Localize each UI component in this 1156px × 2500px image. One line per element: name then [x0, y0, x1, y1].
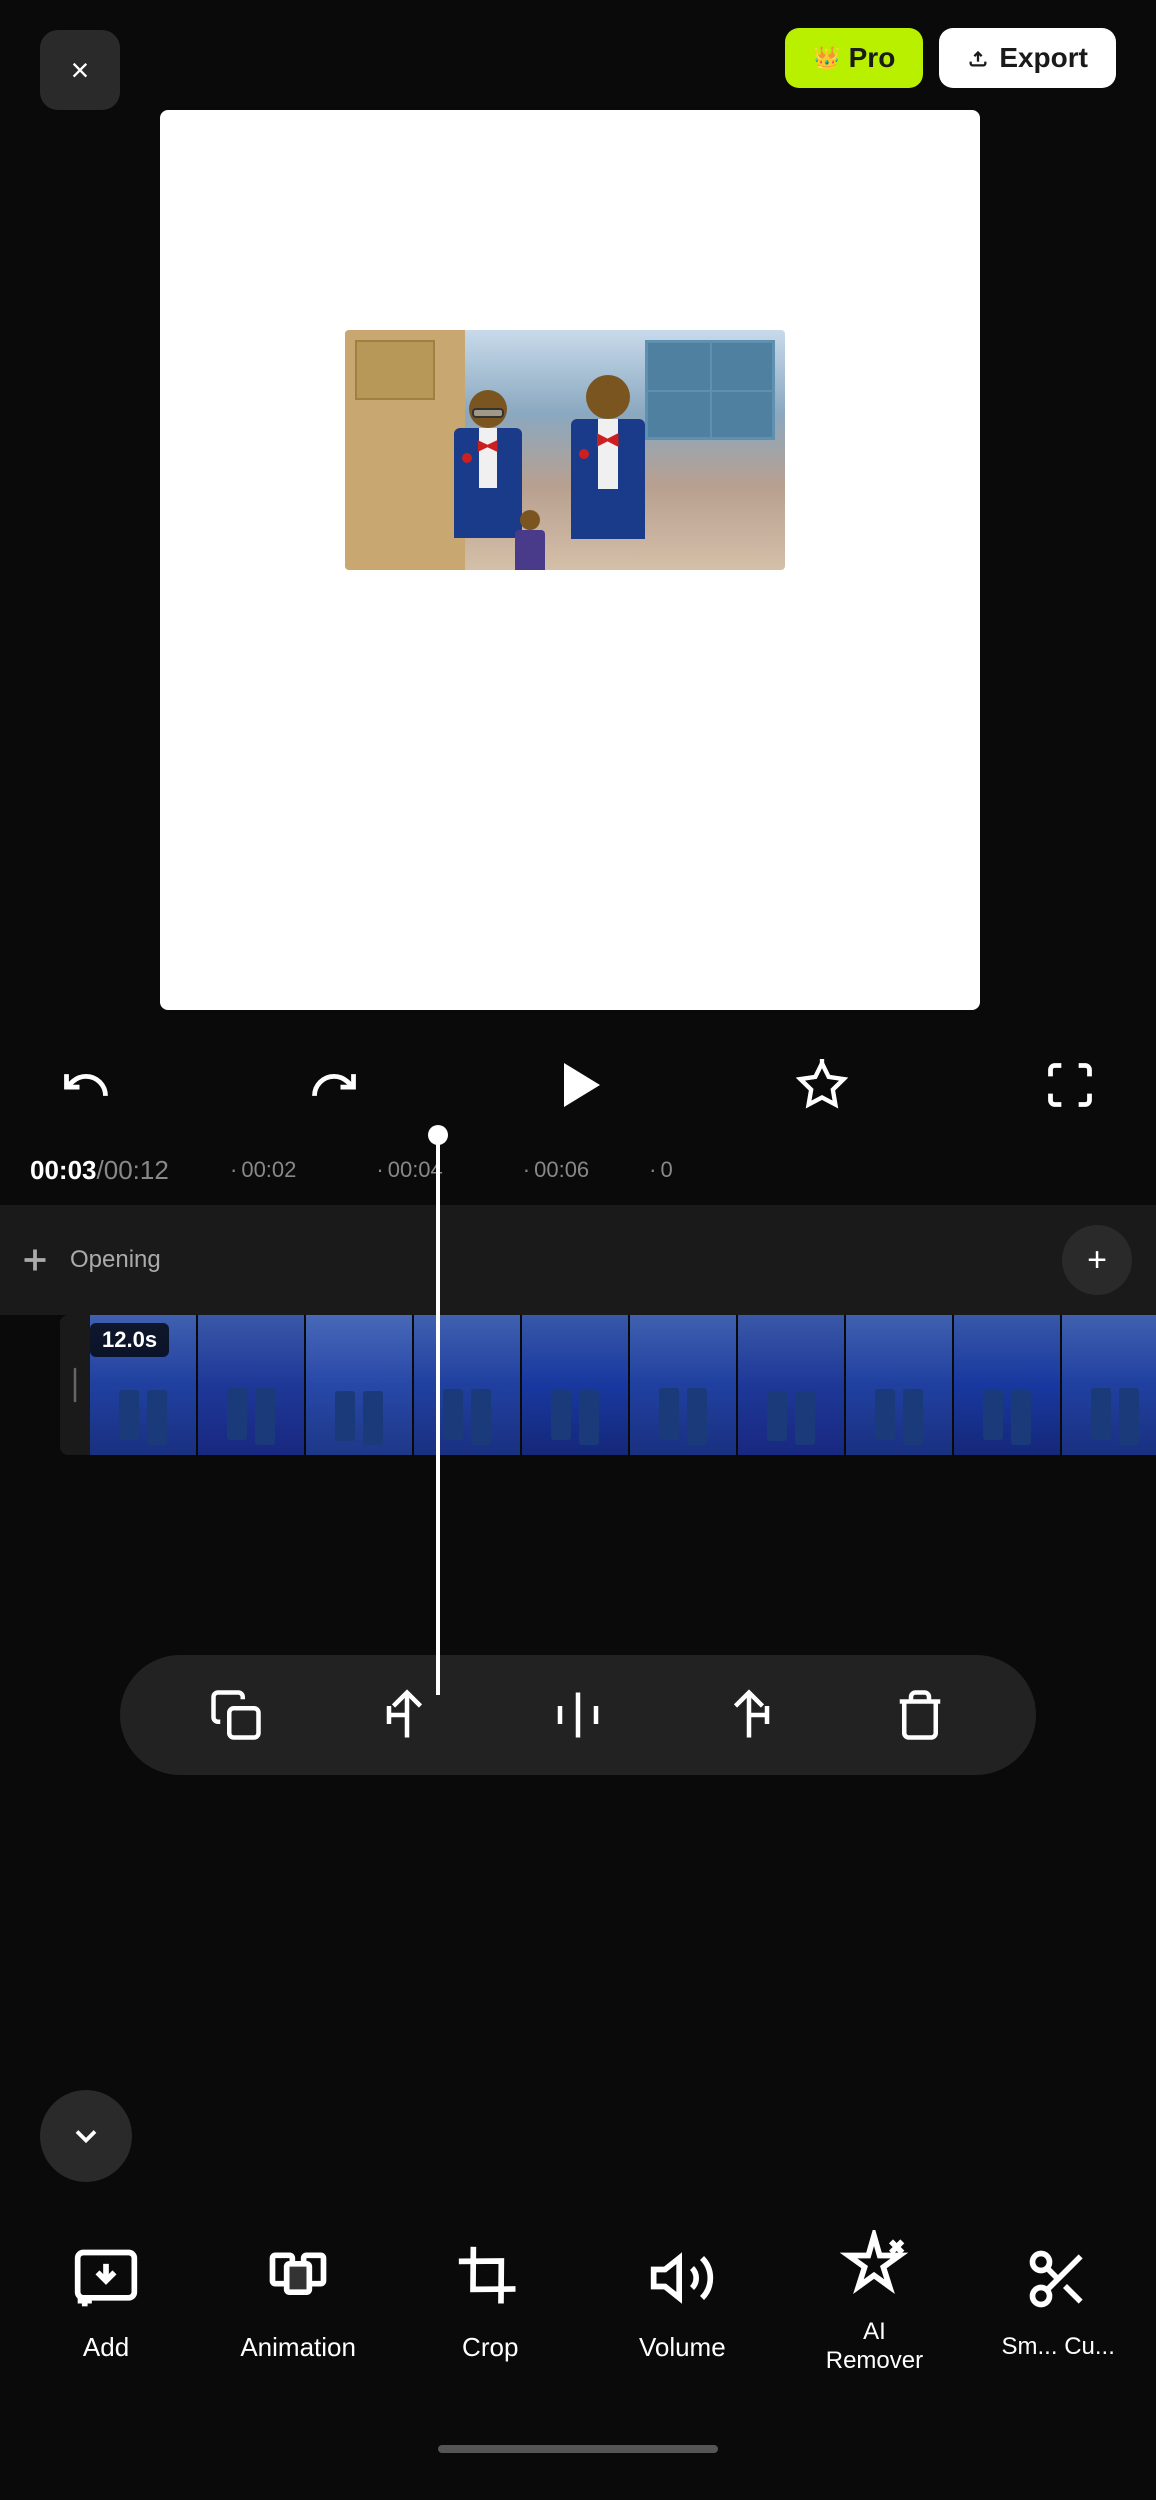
plus-icon: +	[1087, 1243, 1107, 1277]
bottom-toolbar: Add Animation Crop	[0, 2190, 1156, 2410]
split-end-button[interactable]	[709, 1675, 789, 1755]
add-label: Add	[83, 2332, 129, 2363]
black-spacer	[0, 1455, 1156, 1655]
frame-thumb	[414, 1315, 522, 1455]
volume-icon	[642, 2238, 722, 2318]
time-label-1: 00:02	[241, 1157, 296, 1183]
time-marker-3: ·	[523, 1157, 530, 1183]
split-start-button[interactable]	[367, 1675, 447, 1755]
close-button[interactable]: ×	[40, 30, 120, 110]
frame-thumb	[1062, 1315, 1156, 1455]
frame-thumb	[630, 1315, 738, 1455]
split-start-icon	[380, 1688, 434, 1742]
crop-label: Crop	[462, 2332, 518, 2363]
export-button[interactable]: Export	[939, 28, 1116, 88]
play-button[interactable]	[556, 1063, 600, 1107]
track-frames	[90, 1315, 1156, 1455]
add-track-icon[interactable]	[10, 1235, 60, 1285]
delete-icon	[893, 1688, 947, 1742]
frame-thumb	[738, 1315, 846, 1455]
current-time: 00:03	[30, 1155, 97, 1186]
duration-badge: 12.0s	[90, 1323, 169, 1357]
time-label-2: 00:04	[388, 1157, 443, 1183]
time-label-4: 0	[661, 1157, 673, 1183]
crown-icon: 👑	[813, 45, 840, 71]
time-label-3: 00:06	[534, 1157, 589, 1183]
effects-button[interactable]	[796, 1059, 848, 1111]
playback-controls	[0, 1035, 1156, 1135]
pro-button[interactable]: 👑 Pro	[785, 28, 923, 88]
animation-label: Animation	[240, 2332, 356, 2363]
volume-label: Volume	[639, 2332, 726, 2363]
toolbar-crop[interactable]: Crop	[425, 2238, 555, 2363]
upload-icon	[967, 47, 989, 69]
timeline-tools-bar	[120, 1655, 1036, 1775]
add-to-track-button[interactable]: +	[1062, 1225, 1132, 1295]
frame-thumb	[522, 1315, 630, 1455]
play-icon	[564, 1063, 600, 1107]
animation-icon	[258, 2238, 338, 2318]
smart-cut-icon	[1018, 2239, 1098, 2319]
opening-label: Opening	[60, 1246, 161, 1274]
close-icon: ×	[71, 52, 90, 89]
fullscreen-button[interactable]	[1044, 1059, 1096, 1111]
split-icon	[551, 1688, 605, 1742]
timeline-ruler: 00:03 / 00:12 · 00:02 · 00:04 · 00:06 · …	[0, 1135, 1156, 1205]
chevron-down-icon	[68, 2118, 104, 2154]
frame-thumb	[846, 1315, 954, 1455]
copy-clip-button[interactable]	[196, 1675, 276, 1755]
toolbar-animation[interactable]: Animation	[233, 2238, 363, 2363]
time-marker-4: ·	[649, 1157, 656, 1183]
undo-button[interactable]	[60, 1059, 112, 1111]
preview-canvas	[160, 110, 980, 1010]
time-separator: /	[97, 1155, 104, 1186]
split-button[interactable]	[538, 1675, 618, 1755]
redo-button[interactable]	[308, 1059, 360, 1111]
copy-icon	[209, 1688, 263, 1742]
pro-label: Pro	[849, 42, 896, 74]
time-marker-1: ·	[230, 1157, 237, 1183]
video-track: 12.0s	[0, 1315, 1156, 1455]
frame-thumb	[198, 1315, 306, 1455]
preview-image	[345, 330, 785, 570]
export-label: Export	[999, 42, 1088, 74]
add-icon	[66, 2238, 146, 2318]
collapse-button[interactable]	[40, 2090, 132, 2182]
time-marker-2: ·	[376, 1157, 383, 1183]
bottom-scrollbar[interactable]	[0, 2444, 1156, 2454]
smart-cut-label: Sm... Cu...	[1002, 2333, 1115, 2362]
track-row: Opening +	[0, 1205, 1156, 1315]
toolbar-add[interactable]: Add	[41, 2238, 171, 2363]
toolbar-ai-remover[interactable]: AI Remover	[809, 2224, 939, 2376]
delete-clip-button[interactable]	[880, 1675, 960, 1755]
track-left-handle[interactable]	[60, 1315, 90, 1455]
total-time: 00:12	[104, 1155, 169, 1186]
ai-remover-icon	[834, 2224, 914, 2304]
ai-remover-label: AI Remover	[826, 2318, 923, 2376]
split-end-icon	[722, 1688, 776, 1742]
frame-thumb	[954, 1315, 1062, 1455]
toolbar-volume[interactable]: Volume	[617, 2238, 747, 2363]
frame-thumb	[306, 1315, 414, 1455]
crop-icon	[450, 2238, 530, 2318]
toolbar-smart-cut[interactable]: Sm... Cu...	[1002, 2239, 1115, 2362]
